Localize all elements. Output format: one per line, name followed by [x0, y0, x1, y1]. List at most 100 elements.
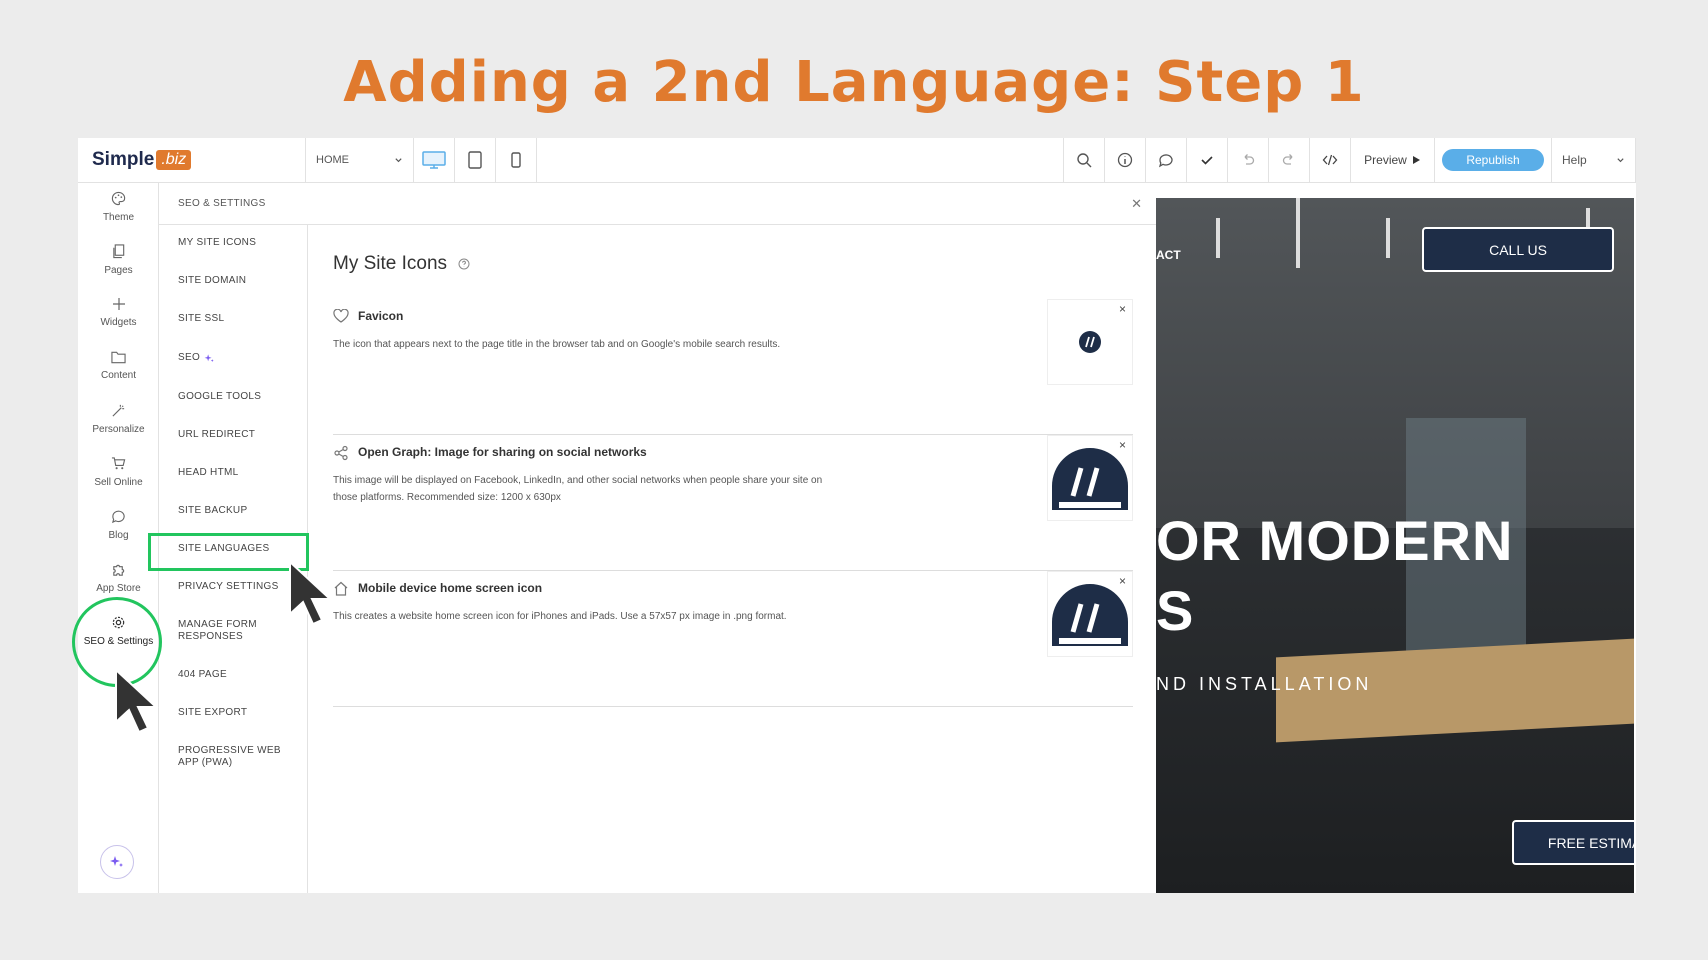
help-menu[interactable]: Help — [1552, 138, 1636, 182]
submenu-item-site-ssl[interactable]: SITE SSL — [178, 313, 303, 325]
row-description: This image will be displayed on Facebook… — [333, 475, 823, 503]
puzzle-icon — [113, 564, 125, 576]
sidebar-label: Pages — [104, 265, 133, 276]
open-graph-row: Open Graph: Image for sharing on social … — [333, 435, 1133, 571]
row-title: Open Graph: Image for sharing on social … — [358, 445, 647, 459]
sidebar-item-app-store[interactable]: App Store — [78, 562, 159, 594]
submenu-item-site-backup[interactable]: SITE BACKUP — [178, 505, 303, 517]
remove-icon[interactable]: × — [1119, 302, 1126, 316]
desktop-view-button[interactable] — [414, 138, 455, 182]
tablet-icon — [468, 151, 482, 169]
row-title: Mobile device home screen icon — [358, 581, 543, 595]
checklist-button[interactable] — [1187, 138, 1228, 182]
call-us-button[interactable]: CALL US — [1422, 227, 1614, 272]
left-sidebar: Theme Pages Widgets Content Personalize … — [78, 183, 159, 893]
open-graph-thumbnail[interactable]: × — [1047, 435, 1133, 521]
code-icon — [1322, 154, 1338, 166]
search-button[interactable] — [1064, 138, 1105, 182]
undo-button[interactable] — [1228, 138, 1269, 182]
redo-icon — [1282, 154, 1293, 165]
settings-panel-title: SEO & SETTINGS — [178, 198, 266, 209]
pointer-cursor-icon — [115, 668, 159, 734]
page-title: My Site Icons — [333, 253, 470, 275]
comments-button[interactable] — [1146, 138, 1187, 182]
sidebar-item-pages[interactable]: Pages — [78, 244, 159, 276]
sidebar-label: Personalize — [92, 424, 145, 435]
sidebar-item-widgets[interactable]: Widgets — [78, 297, 159, 328]
help-circle-icon[interactable] — [458, 258, 470, 270]
submenu-item-google-tools[interactable]: GOOGLE TOOLS — [178, 391, 303, 403]
pointer-cursor-icon — [289, 560, 333, 626]
free-estimate-button[interactable]: FREE ESTIMATE — [1512, 820, 1634, 865]
site-languages-highlight — [148, 533, 309, 571]
tablet-view-button[interactable] — [455, 138, 496, 182]
sidebar-label: Content — [100, 370, 137, 381]
logo-badge: .biz — [156, 150, 192, 170]
sidebar-item-theme[interactable]: Theme — [78, 191, 159, 223]
submenu-item-my-site-icons[interactable]: MY SITE ICONS — [178, 237, 303, 249]
remove-icon[interactable]: × — [1119, 438, 1126, 452]
palette-icon — [111, 191, 126, 206]
preview-light — [1386, 218, 1390, 258]
sidebar-label: Sell Online — [94, 477, 143, 488]
submenu-item-site-domain[interactable]: SITE DOMAIN — [178, 275, 303, 287]
republish-wrap: Republish — [1435, 138, 1552, 182]
preview-label: Preview — [1364, 153, 1407, 167]
plus-icon — [112, 298, 125, 310]
comment-icon — [1158, 154, 1173, 168]
favicon-row: Favicon The icon that appears next to th… — [333, 299, 1133, 435]
republish-button[interactable]: Republish — [1442, 149, 1544, 171]
logo-text: Simple — [92, 149, 155, 170]
chat-icon — [112, 510, 125, 524]
submenu-item-manage-form-responses[interactable]: MANAGE FORM RESPONSES — [178, 619, 278, 643]
sidebar-item-blog[interactable]: Blog — [78, 509, 159, 541]
toolbar-spacer — [537, 138, 1064, 182]
brand-logo[interactable]: Simple .biz — [78, 138, 306, 182]
submenu-item-head-html[interactable]: HEAD HTML — [178, 467, 303, 479]
remove-icon[interactable]: × — [1119, 574, 1126, 588]
home-screen-thumbnail[interactable]: × — [1047, 571, 1133, 657]
play-icon — [1412, 156, 1420, 164]
check-icon — [1201, 156, 1213, 165]
top-toolbar: Simple .biz HOME Preview Republish Help — [78, 138, 1636, 183]
submenu-item-404-page[interactable]: 404 PAGE — [178, 669, 303, 681]
sidebar-item-personalize[interactable]: Personalize — [78, 403, 159, 435]
submenu-label: SEO — [178, 352, 201, 363]
submenu-item-privacy-settings[interactable]: PRIVACY SETTINGS — [178, 581, 303, 593]
sidebar-item-content[interactable]: Content — [78, 350, 159, 381]
submenu-item-site-export[interactable]: SITE EXPORT — [178, 707, 303, 719]
preview-button[interactable]: Preview — [1351, 138, 1435, 182]
page-select-value: HOME — [316, 154, 349, 166]
ai-assistant-button[interactable] — [100, 845, 134, 879]
search-icon — [1077, 153, 1092, 168]
sidebar-label: Widgets — [100, 317, 137, 328]
home-screen-icon-row: Mobile device home screen icon This crea… — [333, 571, 1133, 707]
info-button[interactable] — [1105, 138, 1146, 182]
redo-button[interactable] — [1269, 138, 1310, 182]
row-description: The icon that appears next to the page t… — [333, 339, 781, 350]
heart-icon — [333, 309, 349, 323]
page-select[interactable]: HOME — [306, 138, 414, 182]
site-icons-panel: My Site Icons Favicon The icon that appe… — [308, 225, 1156, 893]
favicon-thumbnail[interactable]: × — [1047, 299, 1133, 385]
preview-light — [1216, 218, 1220, 258]
sidebar-label: Blog — [108, 530, 129, 541]
editor-window: Simple .biz HOME Preview Republish Help … — [78, 138, 1636, 893]
preview-nav-contact[interactable]: ACT — [1156, 248, 1181, 262]
settings-panel-header: SEO & SETTINGS ✕ — [159, 183, 1156, 225]
share-icon — [334, 445, 348, 461]
pages-icon — [112, 244, 124, 259]
close-icon[interactable]: ✕ — [1131, 196, 1142, 212]
submenu-item-url-redirect[interactable]: URL REDIRECT — [178, 429, 303, 441]
mobile-view-button[interactable] — [496, 138, 537, 182]
wand-icon — [112, 404, 125, 417]
hero-heading-line1: OR MODERN — [1156, 509, 1514, 572]
submenu-item-seo[interactable]: SEO — [178, 352, 303, 364]
code-button[interactable] — [1310, 138, 1351, 182]
submenu-item-pwa[interactable]: PROGRESSIVE WEB APP (PWA) — [178, 745, 288, 769]
info-icon — [1117, 152, 1133, 168]
sidebar-label: App Store — [96, 583, 141, 594]
preview-light — [1296, 198, 1300, 268]
sidebar-item-sell-online[interactable]: Sell Online — [78, 456, 159, 488]
website-preview[interactable]: ACT CALL US OR MODERN S ND INSTALLATION … — [1156, 198, 1634, 893]
